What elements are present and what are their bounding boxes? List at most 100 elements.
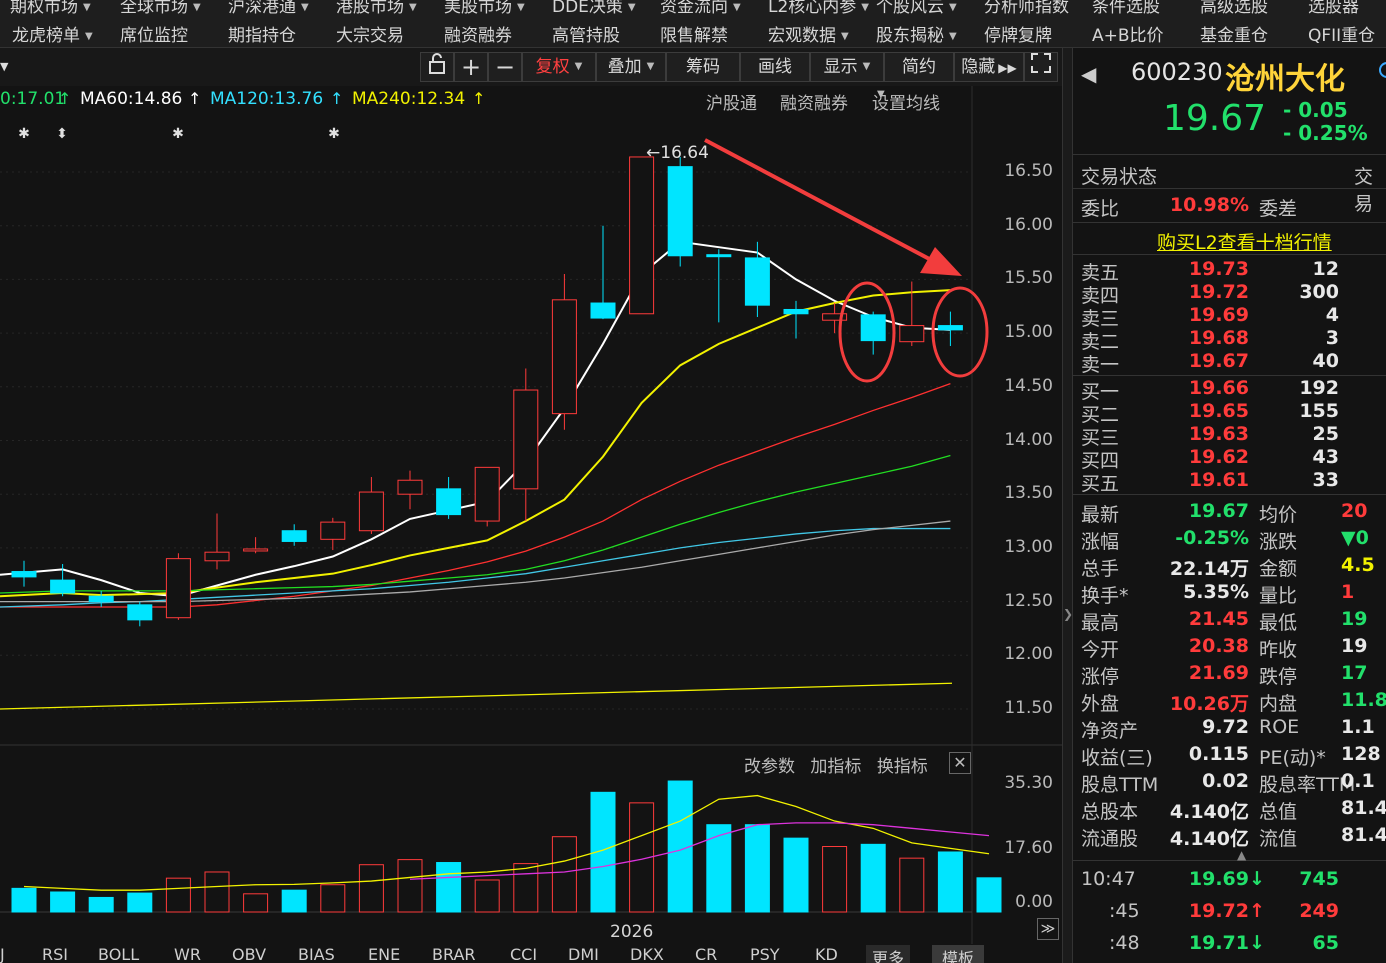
collapse-up-icon[interactable]: ▲ <box>1237 848 1246 862</box>
gaicanshu-link[interactable]: 改参数 <box>744 757 795 777</box>
volume-bar[interactable] <box>899 857 925 913</box>
stock-name: 沧州大化 <box>1225 62 1345 97</box>
volume-bar[interactable] <box>50 891 76 913</box>
indicator-tab[interactable]: CR <box>695 945 717 963</box>
l2-purchase-link[interactable]: 购买L2查看十档行情 <box>1157 228 1332 255</box>
stat-label: 收益(三) <box>1081 747 1153 769</box>
indicator-tab[interactable]: PSY <box>750 945 780 963</box>
volume-bar[interactable] <box>436 862 462 913</box>
nav-item[interactable]: 条件选股 <box>1092 0 1160 17</box>
candle-body <box>204 551 230 562</box>
nav-item[interactable]: 高级选股 <box>1200 0 1268 17</box>
event-marker-icon[interactable]: ✱ <box>172 126 184 142</box>
volume-bar[interactable] <box>204 871 230 913</box>
volume-bar[interactable] <box>11 887 37 913</box>
indicator-tab[interactable]: DKX <box>630 945 664 963</box>
double-right-icon[interactable]: ≫ <box>1037 918 1059 940</box>
indicator-tabs: J RSI BOLL WR OBV BIAS ENE BRAR CCI DMI DKX CR PSY KD… <box>0 944 1062 963</box>
candle[interactable] <box>474 466 500 527</box>
candle-body <box>744 257 770 306</box>
volume-bar[interactable] <box>744 824 770 913</box>
indicator-tab[interactable]: KD <box>815 945 838 963</box>
sell-level-volume: 4 <box>1325 304 1339 326</box>
volume-bar[interactable] <box>88 896 114 913</box>
indicator-tab[interactable]: BIAS <box>298 945 335 963</box>
indicator-tab[interactable]: RSI <box>42 945 68 963</box>
jiazhibiao-link[interactable]: 加指标 <box>810 757 861 777</box>
indicator-tab[interactable]: ENE <box>368 945 400 963</box>
nav-item-label: 高级选股 <box>1200 0 1268 17</box>
indicator-tab[interactable]: 更多 <box>866 945 911 963</box>
volume-tick: 17.60 <box>1004 838 1053 858</box>
event-marker-icon[interactable]: ✱ <box>328 126 340 142</box>
indicator-tab[interactable]: WR <box>174 945 201 963</box>
nav-item-label: A+B比价 <box>1092 26 1164 46</box>
indicator-tab[interactable]: 模板 <box>932 945 985 963</box>
candle[interactable] <box>667 156 693 267</box>
volume-bar[interactable] <box>281 889 307 913</box>
tick-price: 19.72 <box>1188 900 1249 922</box>
sell-level-price: 19.69 <box>1188 304 1249 326</box>
stat-label: 总股本 <box>1081 801 1139 823</box>
nav-item[interactable]: 基金重仓 <box>1200 21 1268 46</box>
stat-label: 今开 <box>1081 639 1120 661</box>
volume-bar[interactable] <box>822 846 848 913</box>
indicator-tab[interactable]: OBV <box>232 945 266 963</box>
price-tick: 14.50 <box>1004 375 1053 396</box>
volume-bar[interactable] <box>551 836 577 913</box>
nav-item[interactable]: QFII重仓 <box>1308 21 1375 46</box>
tick-price: 19.71 <box>1188 932 1249 954</box>
nav-item-label: 选股器 <box>1308 0 1359 17</box>
volume-bar[interactable] <box>243 893 269 913</box>
sell-level-price: 19.73 <box>1188 258 1249 280</box>
price-tick: 12.00 <box>1004 644 1053 665</box>
huanzhibiao-link[interactable]: 换指标 <box>877 757 928 777</box>
volume-bar[interactable] <box>860 843 886 913</box>
price-tick: 15.50 <box>1004 268 1053 289</box>
volume-bar[interactable] <box>358 864 384 913</box>
nav-item[interactable]: A+B比价 <box>1092 21 1164 46</box>
stat-label: 昨收 <box>1259 639 1298 661</box>
volume-bar[interactable] <box>474 879 500 913</box>
volume-bar[interactable] <box>397 859 423 913</box>
candle-body <box>667 166 693 257</box>
info-icon[interactable] <box>1379 62 1386 78</box>
collapse-arrow-icon[interactable]: ❯ <box>1063 607 1073 621</box>
volume-bar[interactable] <box>165 877 191 913</box>
kline-chart[interactable]: ✱ ⬍ ✱ ✱ <box>0 0 1062 944</box>
indicator-tab[interactable]: BOLL <box>98 945 139 963</box>
nav-item[interactable]: 选股器 <box>1308 0 1359 17</box>
candle-body <box>899 325 925 343</box>
candle[interactable] <box>165 553 191 620</box>
peak-price-label: ←16.64 <box>646 143 709 163</box>
divider <box>1073 188 1386 189</box>
indicator-tab[interactable]: CCI <box>510 945 537 963</box>
stat-label: 总值 <box>1259 801 1298 823</box>
indicator-tab[interactable]: BRAR <box>432 945 476 963</box>
back-arrow-icon[interactable]: ◀ <box>1081 62 1096 86</box>
tick-price: 19.69 <box>1188 868 1249 890</box>
candle[interactable] <box>629 156 655 315</box>
indicator-tab[interactable]: DMI <box>568 945 599 963</box>
volume-bar[interactable] <box>783 837 809 913</box>
indicator-tab[interactable]: J <box>0 945 5 963</box>
candle-body <box>590 302 616 319</box>
price-tick: 11.50 <box>1004 698 1053 718</box>
stat-value: ▼0 <box>1341 527 1369 549</box>
volume-bar[interactable] <box>127 892 153 913</box>
volume-bar[interactable] <box>320 884 346 913</box>
volume-bar[interactable] <box>513 863 539 913</box>
event-marker-icon[interactable]: ⬍ <box>56 126 68 142</box>
event-marker-icon[interactable]: ✱ <box>18 126 30 142</box>
stat-value: 0.1 <box>1341 770 1375 792</box>
candle-body <box>629 156 655 315</box>
stat-label: 量比 <box>1259 585 1298 607</box>
volume-bar[interactable] <box>706 824 732 913</box>
nav-item-label: 条件选股 <box>1092 0 1160 17</box>
close-icon[interactable]: ✕ <box>949 752 971 774</box>
buy-level-volume: 25 <box>1312 423 1339 445</box>
volume-bar[interactable] <box>937 851 963 913</box>
candle-body <box>551 299 577 415</box>
buy-level-price: 19.63 <box>1188 423 1249 445</box>
panel-divider[interactable] <box>1062 48 1073 963</box>
